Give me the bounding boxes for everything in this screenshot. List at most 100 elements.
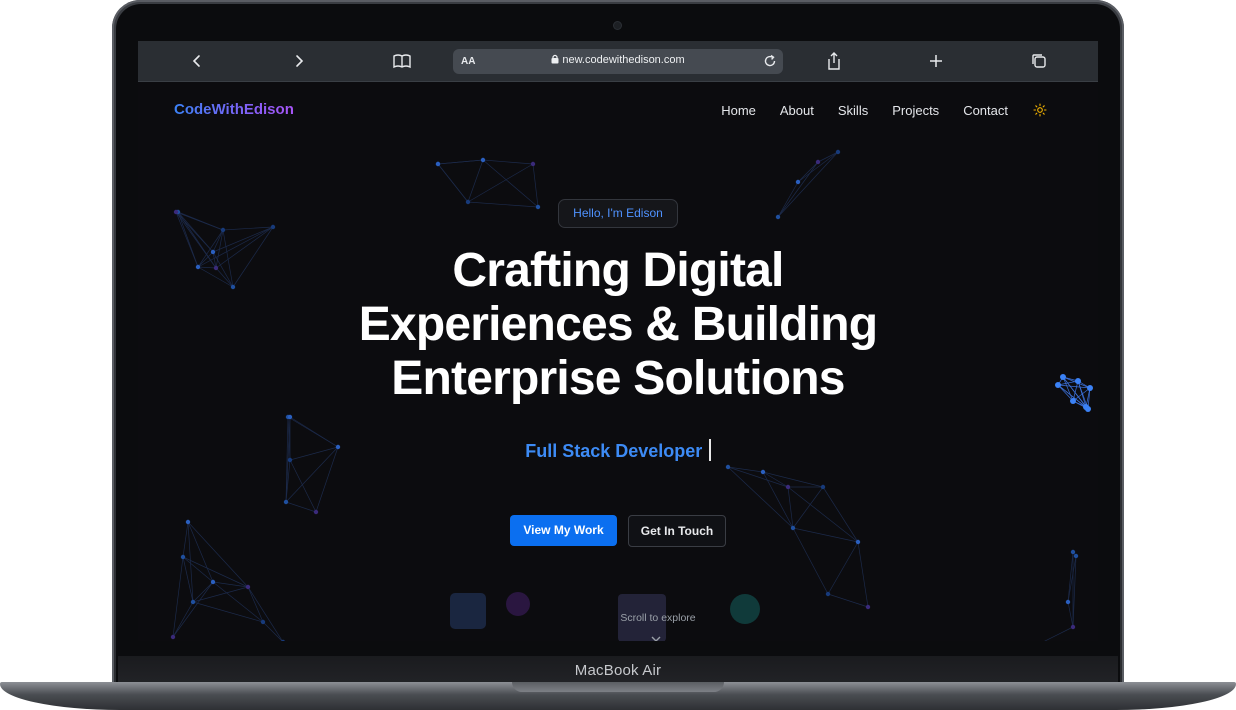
network-link — [467, 163, 534, 203]
site-logo[interactable]: CodeWithEdison — [174, 101, 294, 118]
hero-headline: Crafting Digital Experiences & Building … — [268, 244, 968, 406]
network-link — [482, 159, 534, 165]
network-link — [797, 161, 819, 183]
network-link — [175, 211, 217, 269]
sun-icon[interactable] — [1032, 102, 1048, 118]
network-node — [865, 604, 871, 610]
network-node — [435, 161, 441, 167]
network-node — [1065, 599, 1071, 605]
network-link — [482, 159, 539, 208]
network-link — [437, 159, 484, 165]
nav-skills[interactable]: Skills — [838, 103, 868, 118]
scroll-hint: Scroll to explore — [620, 612, 696, 624]
network-link — [762, 471, 824, 488]
typing-cursor — [709, 439, 711, 461]
network-node — [313, 509, 319, 515]
floating-square-shape — [450, 593, 486, 629]
network-link — [1057, 380, 1079, 386]
laptop-hinge-notch — [512, 682, 724, 692]
role-typewriter: Full Stack Developer — [418, 439, 818, 462]
network-node — [195, 264, 201, 270]
network-node — [210, 579, 216, 585]
laptop-mockup: AA new.codewithedison.com CodeWithEdison… — [0, 0, 1236, 710]
network-node — [185, 519, 191, 525]
network-link — [232, 226, 274, 288]
network-link — [787, 486, 859, 543]
network-link — [437, 163, 469, 203]
network-link — [467, 201, 539, 208]
network-link — [212, 581, 264, 623]
new-tab-icon[interactable] — [924, 49, 948, 73]
network-link — [727, 466, 764, 473]
network-link — [777, 161, 819, 218]
network-link — [197, 251, 214, 268]
address-bar[interactable]: AA new.codewithedison.com — [453, 49, 783, 74]
network-link — [762, 471, 794, 529]
share-icon[interactable] — [822, 49, 846, 73]
network-node — [180, 554, 186, 560]
nav-projects[interactable]: Projects — [892, 103, 939, 118]
network-node — [210, 249, 216, 255]
role-text: Full Stack Developer — [525, 441, 703, 461]
network-link — [192, 601, 264, 623]
network-link — [175, 211, 224, 231]
network-link — [777, 151, 839, 218]
network-node — [287, 457, 293, 463]
network-link — [817, 151, 839, 163]
network-link — [1067, 601, 1074, 628]
reload-icon[interactable] — [761, 52, 779, 75]
network-link — [315, 446, 339, 513]
network-link — [777, 181, 799, 218]
nav-contact[interactable]: Contact — [963, 103, 1008, 118]
nav-home[interactable]: Home — [721, 103, 756, 118]
get-in-touch-button[interactable]: Get In Touch — [628, 515, 726, 547]
main-nav: Home About Skills Projects Contact — [697, 102, 1048, 118]
network-link — [797, 151, 839, 183]
network-node — [815, 159, 821, 165]
network-node — [1070, 398, 1076, 404]
network-node — [530, 161, 536, 167]
tabs-icon[interactable] — [1027, 49, 1051, 73]
nav-about[interactable]: About — [780, 103, 814, 118]
network-link — [175, 211, 214, 253]
forward-icon[interactable] — [287, 49, 311, 73]
network-node — [775, 214, 781, 220]
hero-headline-line-1: Crafting Digital — [452, 244, 784, 297]
network-link — [289, 446, 339, 461]
back-icon[interactable] — [185, 49, 209, 73]
view-my-work-button[interactable]: View My Work — [510, 515, 617, 546]
network-link — [792, 486, 824, 529]
bookmarks-icon[interactable] — [390, 49, 414, 73]
network-node — [790, 525, 796, 531]
network-link — [727, 466, 794, 529]
network-node — [465, 199, 471, 205]
network-link — [289, 416, 339, 448]
network-link — [467, 159, 484, 203]
network-link — [857, 541, 869, 608]
network-node — [725, 464, 731, 470]
network-node — [270, 224, 276, 230]
network-node — [855, 539, 861, 545]
web-page: CodeWithEdison Home About Skills Project… — [138, 82, 1098, 641]
network-node — [785, 484, 791, 490]
network-link — [197, 266, 217, 269]
network-link — [827, 593, 869, 608]
network-node — [820, 484, 826, 490]
network-node — [795, 179, 801, 185]
network-link — [289, 459, 317, 513]
network-node — [1083, 404, 1089, 410]
network-link — [285, 446, 339, 503]
network-node — [825, 591, 831, 597]
network-node — [245, 584, 251, 590]
network-link — [182, 521, 189, 558]
network-link — [192, 586, 249, 603]
browser-screen: AA new.codewithedison.com CodeWithEdison… — [138, 41, 1098, 641]
network-node — [190, 599, 196, 605]
network-link — [792, 527, 829, 595]
network-node — [220, 227, 226, 233]
network-link — [175, 211, 199, 268]
floating-circle-shape — [506, 592, 530, 616]
network-node — [480, 157, 486, 163]
chevron-down-icon[interactable] — [650, 630, 662, 641]
network-link — [187, 521, 214, 583]
